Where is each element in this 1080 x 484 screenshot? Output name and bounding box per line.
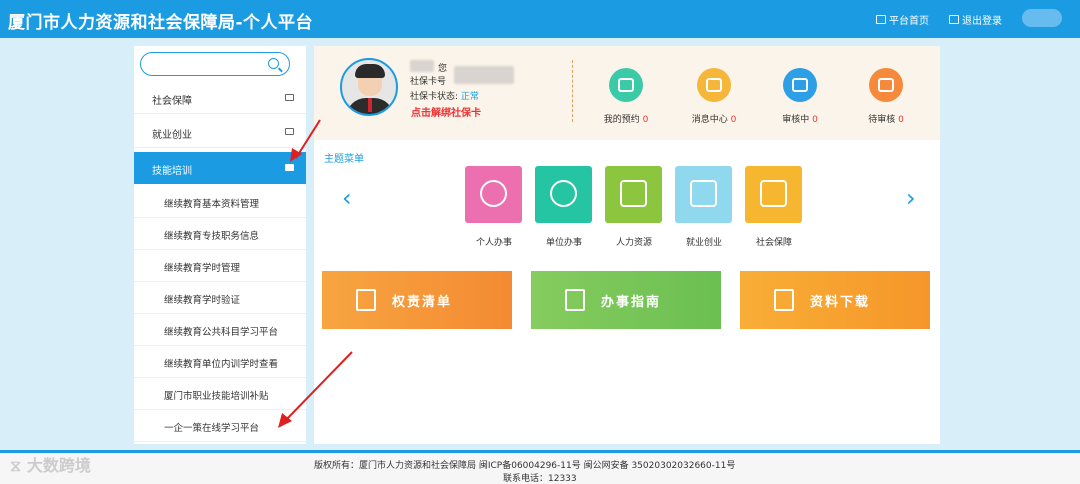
clipboard-icon xyxy=(869,68,903,102)
logout-icon xyxy=(949,15,959,24)
submenu-item[interactable]: 继续教育学时验证 xyxy=(134,282,306,314)
graduation-cap-icon xyxy=(760,180,787,207)
redacted-card-number xyxy=(454,66,514,84)
redacted-name xyxy=(410,60,434,72)
tile-unit-affairs[interactable] xyxy=(535,166,592,223)
home-link[interactable]: 平台首页 xyxy=(876,12,929,27)
tile-human-resources[interactable] xyxy=(605,166,662,223)
watermark-logo: ⧖ 大数跨境 xyxy=(10,456,91,475)
logout-link[interactable]: 退出登录 xyxy=(949,12,1002,27)
under-review[interactable]: 审核中 0 xyxy=(770,68,830,125)
profile-card: 您 社保卡号 社保卡状态: 正常 点击解绑社保卡 我的预约 0 消息中心 0 审… xyxy=(314,46,940,140)
submenu-item[interactable]: 继续教育公共科目学习平台 xyxy=(134,314,306,346)
downloads-button[interactable]: 资料下载 xyxy=(740,271,930,329)
card-number-label: 社保卡号 xyxy=(410,77,447,87)
submenu-item[interactable]: 继续教育专技职务信息 xyxy=(134,218,306,250)
divider xyxy=(572,60,573,122)
main-panel: 您 社保卡号 社保卡状态: 正常 点击解绑社保卡 我的预约 0 消息中心 0 审… xyxy=(314,46,940,444)
top-header-bar: 厦门市人力资源和社会保障局-个人平台 平台首页 退出登录 xyxy=(0,0,1080,38)
tile-label: 单位办事 xyxy=(545,238,582,248)
sidebar-item-label: 社会保障 xyxy=(152,96,192,107)
theme-menu-title: 主题菜单 xyxy=(324,154,364,165)
sidebar: 社会保障 就业创业 技能培训 继续教育基本资料管理 继续教育专技职务信息 继续教… xyxy=(134,46,306,444)
tile-personal-affairs[interactable] xyxy=(465,166,522,223)
submenu-item[interactable]: 厦门市职业技能培训补贴 xyxy=(134,378,306,410)
baby-face-icon xyxy=(480,180,507,207)
sidebar-item-label: 就业创业 xyxy=(152,130,192,141)
platform-title: 厦门市人力资源和社会保障局-个人平台 xyxy=(8,13,314,33)
phone-icon xyxy=(609,68,643,102)
id-card-icon xyxy=(690,180,717,207)
footer-phone: 联系电话：12333 xyxy=(503,474,577,484)
download-icon xyxy=(774,289,794,311)
calendar-icon xyxy=(783,68,817,102)
briefcase-icon xyxy=(620,180,647,207)
tile-label: 人力资源 xyxy=(615,238,652,248)
card-status: 社保卡状态: 正常 xyxy=(410,92,479,102)
service-guide-button[interactable]: 办事指南 xyxy=(531,271,721,329)
folder-icon xyxy=(285,94,294,101)
tile-label: 社会保障 xyxy=(755,238,792,248)
chevron-right-icon[interactable]: › xyxy=(906,184,916,212)
tile-employment[interactable] xyxy=(675,166,732,223)
search-input[interactable] xyxy=(140,52,290,76)
pending-review[interactable]: 待审核 0 xyxy=(856,68,916,125)
watermark-icon: ⧖ xyxy=(10,456,22,475)
submenu-item[interactable]: 继续教育学时管理 xyxy=(134,250,306,282)
sidebar-item-employment[interactable]: 就业创业 xyxy=(134,116,306,148)
submenu-item-online-learning[interactable]: 一企一策在线学习平台 xyxy=(134,410,306,442)
user-account-blurred[interactable] xyxy=(1022,9,1062,27)
lightbulb-icon xyxy=(550,180,577,207)
footer-copyright: 版权所有：厦门市人力资源和社会保障局 闽ICP备06004296-11号 闽公网… xyxy=(314,461,736,471)
greeting-text: 您 xyxy=(438,64,448,74)
mail-icon xyxy=(697,68,731,102)
document-list-icon xyxy=(356,289,376,311)
guide-icon xyxy=(565,289,585,311)
folder-icon xyxy=(285,128,294,135)
sidebar-item-skills-training[interactable]: 技能培训 xyxy=(134,152,306,184)
submenu-item[interactable]: 继续教育单位内训学时查看 xyxy=(134,346,306,378)
search-icon[interactable] xyxy=(268,58,279,69)
tile-label: 个人办事 xyxy=(475,238,512,248)
submenu-item[interactable]: 继续教育基本资料管理 xyxy=(134,186,306,218)
sidebar-item-social-security[interactable]: 社会保障 xyxy=(134,82,306,114)
unbind-card-link[interactable]: 点击解绑社保卡 xyxy=(411,104,481,119)
home-icon xyxy=(876,15,886,24)
tile-social-security[interactable] xyxy=(745,166,802,223)
message-center[interactable]: 消息中心 0 xyxy=(684,68,744,125)
sidebar-item-label: 技能培训 xyxy=(152,166,192,177)
tile-label: 就业创业 xyxy=(685,238,722,248)
chevron-left-icon[interactable]: ‹ xyxy=(342,184,352,212)
folder-open-icon xyxy=(285,164,294,171)
my-appointments[interactable]: 我的预约 0 xyxy=(596,68,656,125)
rights-responsibilities-list-button[interactable]: 权责清单 xyxy=(322,271,512,329)
avatar xyxy=(340,58,398,116)
footer: 版权所有：厦门市人力资源和社会保障局 闽ICP备06004296-11号 闽公网… xyxy=(0,453,1080,484)
